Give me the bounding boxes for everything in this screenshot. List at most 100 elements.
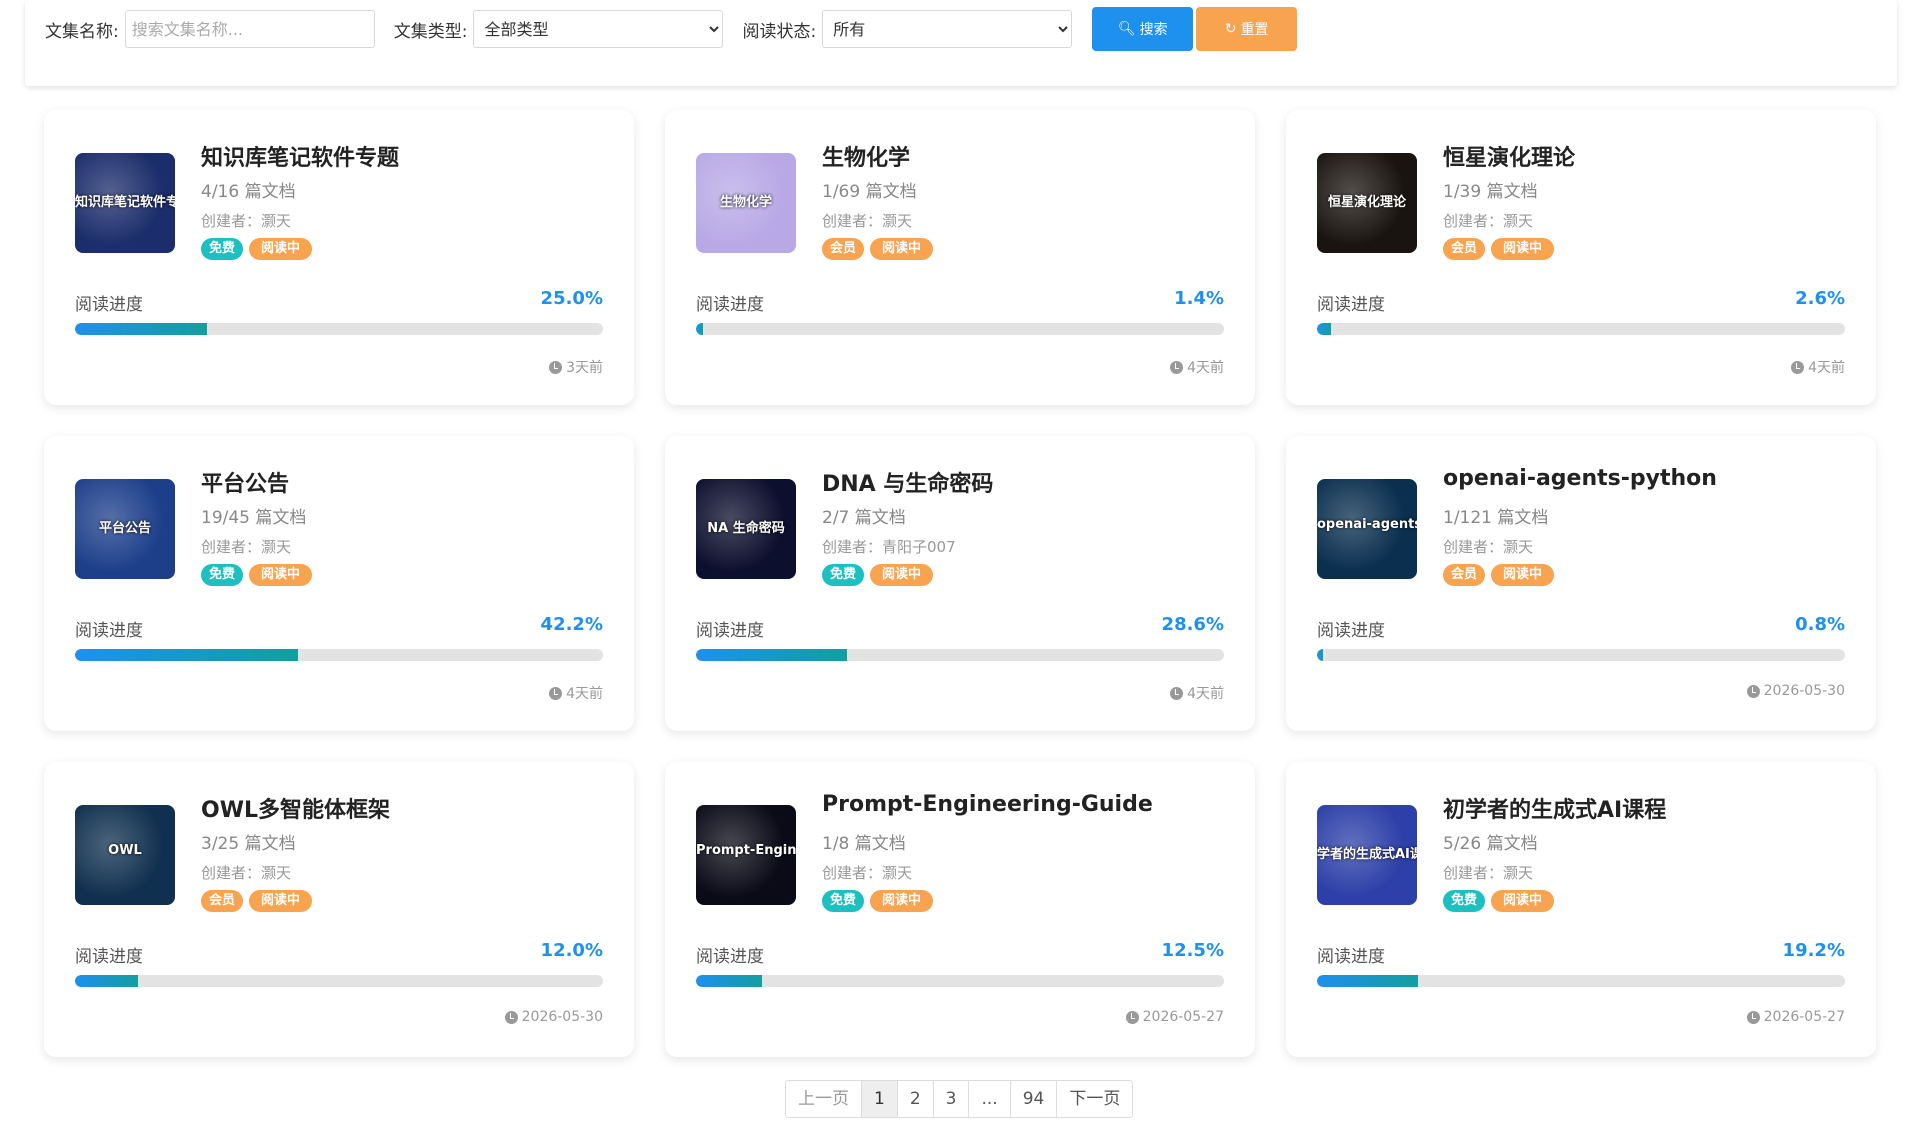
last-read-time: 4天前 bbox=[1170, 357, 1224, 377]
doc-count: 1/69 篇文档 bbox=[822, 182, 917, 202]
collection-card[interactable]: OWL OWL多智能体框架 3/25 篇文档 创建者：灏天 会员 阅读中 阅读进度… bbox=[44, 762, 634, 1057]
progress-bar bbox=[1317, 649, 1845, 661]
collection-title[interactable]: 知识库笔记软件专题 bbox=[201, 140, 399, 172]
collection-title[interactable]: 生物化学 bbox=[822, 140, 910, 172]
cover-caption: NA 生命密码 bbox=[707, 521, 785, 536]
free-tag: 免费 bbox=[201, 564, 244, 586]
reading-status-tag: 阅读中 bbox=[1491, 564, 1555, 586]
pager-next-button[interactable]: 下一页 bbox=[1057, 1081, 1133, 1117]
status-select[interactable]: 所有 bbox=[822, 10, 1073, 48]
collection-cover-image[interactable]: NA 生命密码 bbox=[696, 479, 796, 579]
creator-label: 创建者：灏天 bbox=[1443, 864, 1534, 882]
collection-card[interactable]: 知识库笔记软件专题 知识库笔记软件专题 4/16 篇文档 创建者：灏天 免费阅读… bbox=[44, 110, 634, 405]
creator-label: 创建者：灏天 bbox=[1443, 538, 1534, 556]
clock-icon bbox=[1791, 360, 1805, 374]
clock-icon bbox=[1125, 1010, 1139, 1024]
collection-title[interactable]: 初学者的生成式AI课程 bbox=[1443, 792, 1666, 824]
free-tag: 免费 bbox=[1443, 890, 1486, 912]
type-select[interactable]: 全部类型 bbox=[473, 10, 724, 48]
last-read-time-text: 2026-05-30 bbox=[1763, 683, 1845, 699]
progress-bar-fill bbox=[696, 323, 704, 335]
collection-title[interactable]: Prompt-Engineering-Guide bbox=[822, 792, 1153, 817]
creator-label: 创建者：灏天 bbox=[822, 864, 913, 882]
progress-bar bbox=[696, 323, 1224, 335]
last-read-time-text: 2026-05-30 bbox=[521, 1009, 603, 1025]
name-search-input[interactable] bbox=[124, 10, 375, 48]
last-read-time: 4天前 bbox=[1170, 683, 1224, 703]
collection-cover-image[interactable]: 知识库笔记软件专题 bbox=[75, 153, 175, 253]
doc-count: 3/25 篇文档 bbox=[201, 834, 296, 854]
cover-caption: openai-agents bbox=[1317, 517, 1417, 532]
creator-label: 创建者：灏天 bbox=[822, 212, 913, 230]
doc-count: 4/16 篇文档 bbox=[201, 182, 296, 202]
last-read-time: 2026-05-30 bbox=[504, 1009, 603, 1025]
collection-title[interactable]: DNA 与生命密码 bbox=[822, 466, 993, 498]
clock-icon bbox=[549, 686, 563, 700]
progress-label: 阅读进度 bbox=[696, 947, 764, 967]
progress-label: 阅读进度 bbox=[75, 947, 143, 967]
cover-caption: Prompt-Engineering-Guide bbox=[696, 843, 796, 858]
progress-bar bbox=[1317, 323, 1845, 335]
creator-label: 创建者：灏天 bbox=[201, 864, 292, 882]
pager-prev-button[interactable]: 上一页 bbox=[786, 1081, 862, 1117]
creator-label: 创建者：灏天 bbox=[201, 538, 292, 556]
collection-card[interactable]: 恒星演化理论 恒星演化理论 1/39 篇文档 创建者：灏天 会员 阅读中 阅读进度… bbox=[1286, 110, 1876, 405]
pager-page-last[interactable]: 94 bbox=[1010, 1081, 1058, 1117]
cover-caption: 知识库笔记软件专题 bbox=[75, 195, 175, 210]
doc-count: 1/121 篇文档 bbox=[1443, 508, 1549, 528]
pager-page-2[interactable]: 2 bbox=[897, 1081, 934, 1117]
clock-icon bbox=[1170, 360, 1184, 374]
progress-percent: 12.0% bbox=[540, 940, 603, 961]
pager-page-1[interactable]: 1 bbox=[862, 1081, 898, 1117]
member-tag: 会员 bbox=[201, 890, 244, 912]
last-read-time-text: 2026-05-27 bbox=[1142, 1009, 1224, 1025]
cover-caption: 学者的生成式AI课程 bbox=[1317, 847, 1417, 862]
search-icon: 🔍︎ bbox=[1117, 21, 1136, 37]
tag-group: 会员 阅读中 bbox=[1443, 238, 1555, 260]
collection-title[interactable]: 平台公告 bbox=[201, 466, 289, 498]
tag-group: 会员 阅读中 bbox=[201, 890, 313, 912]
collection-card[interactable]: 生物化学 生物化学 1/69 篇文档 创建者：灏天 会员 阅读中 阅读进度 1.4… bbox=[665, 110, 1255, 405]
collection-cover-image[interactable]: 恒星演化理论 bbox=[1317, 153, 1417, 253]
collection-cover-image[interactable]: Prompt-Engineering-Guide bbox=[696, 805, 796, 905]
search-button-label: 搜索 bbox=[1139, 22, 1168, 38]
free-tag: 免费 bbox=[201, 238, 244, 260]
collection-card[interactable]: openai-agents openai-agents-python 1/121… bbox=[1286, 436, 1876, 731]
collection-cover-image[interactable]: OWL bbox=[75, 805, 175, 905]
progress-bar bbox=[75, 323, 603, 335]
tag-group: 免费 阅读中 bbox=[201, 564, 313, 586]
collection-cover-image[interactable]: 学者的生成式AI课程 bbox=[1317, 805, 1417, 905]
progress-percent: 0.8% bbox=[1795, 614, 1845, 635]
collection-title[interactable]: 恒星演化理论 bbox=[1443, 140, 1575, 172]
progress-label: 阅读进度 bbox=[1317, 621, 1385, 641]
collection-cover-image[interactable]: openai-agents bbox=[1317, 479, 1417, 579]
collection-title[interactable]: OWL多智能体框架 bbox=[201, 792, 390, 824]
progress-label: 阅读进度 bbox=[1317, 295, 1385, 315]
reading-status-tag: 阅读中 bbox=[249, 890, 313, 912]
collection-card[interactable]: 平台公告 平台公告 19/45 篇文档 创建者：灏天 免费 阅读中 阅读进度 42… bbox=[44, 436, 634, 731]
creator-label: 创建者：青阳子007 bbox=[822, 538, 956, 556]
doc-count: 19/45 篇文档 bbox=[201, 508, 307, 528]
member-tag: 会员 bbox=[1443, 564, 1486, 586]
reading-status-tag: 阅读中 bbox=[1491, 890, 1555, 912]
reading-status-tag: 阅读中 bbox=[870, 890, 934, 912]
progress-bar-fill bbox=[1317, 323, 1331, 335]
search-button[interactable]: 🔍︎ 搜索 bbox=[1092, 7, 1194, 51]
tag-group: 免费 阅读中 bbox=[201, 238, 313, 260]
last-read-time-text: 4天前 bbox=[1187, 360, 1224, 376]
tag-group: 会员 阅读中 bbox=[822, 238, 934, 260]
collection-title[interactable]: openai-agents-python bbox=[1443, 466, 1717, 491]
collection-cover-image[interactable]: 平台公告 bbox=[75, 479, 175, 579]
cover-caption: 恒星演化理论 bbox=[1327, 195, 1406, 210]
doc-count: 2/7 篇文档 bbox=[822, 508, 906, 528]
collection-card[interactable]: Prompt-Engineering-Guide Prompt-Engineer… bbox=[665, 762, 1255, 1057]
tag-group: 免费 阅读中 bbox=[1443, 890, 1555, 912]
collection-card[interactable]: 学者的生成式AI课程 初学者的生成式AI课程 5/26 篇文档 创建者：灏天 免… bbox=[1286, 762, 1876, 1057]
collection-cover-image[interactable]: 生物化学 bbox=[696, 153, 796, 253]
pager-page-3[interactable]: 3 bbox=[933, 1081, 970, 1117]
reset-button[interactable]: ↻ 重置 bbox=[1196, 7, 1298, 51]
collection-card[interactable]: NA 生命密码 DNA 与生命密码 2/7 篇文档 创建者：青阳子007 免费阅… bbox=[665, 436, 1255, 731]
last-read-time-text: 3天前 bbox=[566, 360, 603, 376]
clock-icon bbox=[1746, 684, 1760, 698]
last-read-time: 2026-05-27 bbox=[1746, 1009, 1845, 1025]
